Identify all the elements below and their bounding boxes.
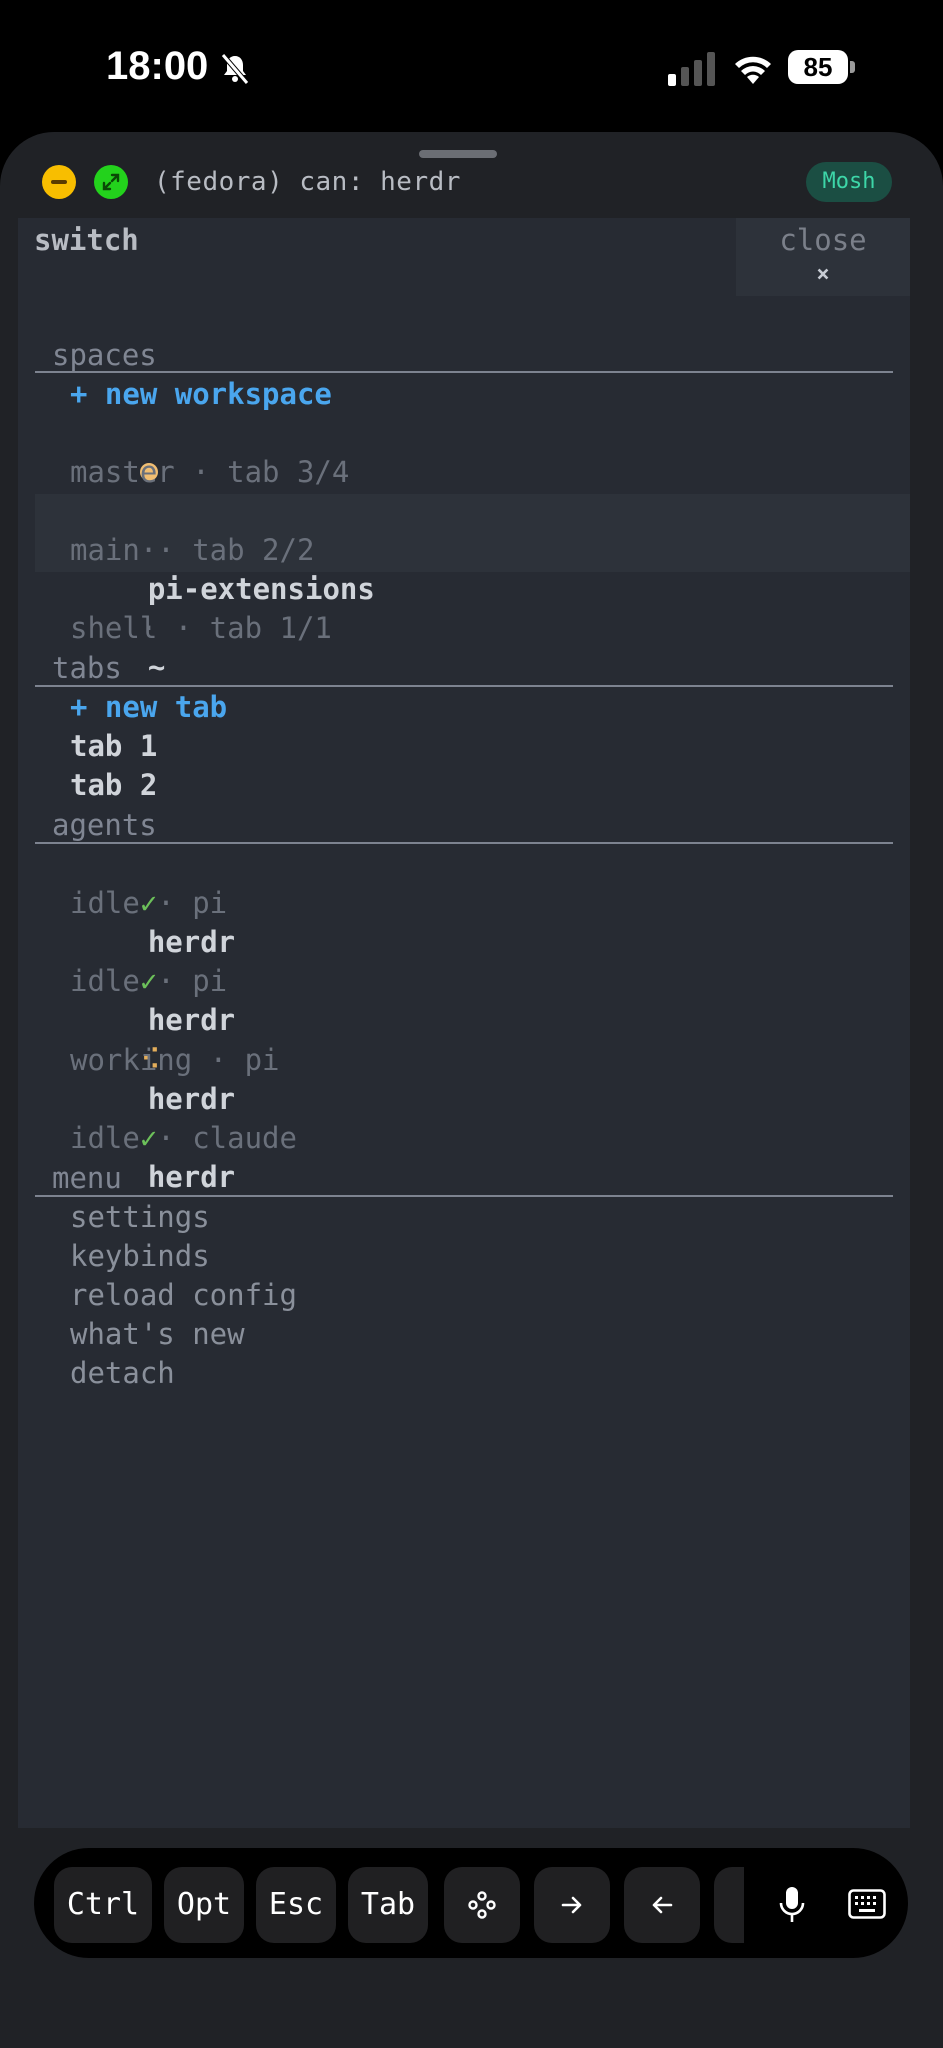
panel-title: switch [34, 223, 139, 257]
section-header-spaces: spaces [52, 338, 157, 372]
workspace-detail: master · tab 3/4 [70, 455, 350, 489]
esc-key[interactable]: Esc [256, 1867, 336, 1943]
divider [35, 685, 893, 687]
menu-item-keybinds[interactable]: keybinds [70, 1237, 210, 1276]
keyboard-toggle-button[interactable] [830, 1867, 906, 1943]
agent-detail: working · pi [70, 1043, 280, 1077]
tab-key[interactable]: Tab [348, 1867, 428, 1943]
section-header-agents: agents [52, 808, 157, 842]
keyboard-accessory-bar: Ctrl Opt Esc Tab [34, 1848, 908, 1958]
gamepad-key[interactable] [444, 1867, 520, 1943]
drag-handle[interactable] [419, 150, 497, 158]
arrow-right-icon [561, 1896, 582, 1914]
agent-detail: idle · pi [70, 964, 228, 998]
keyboard-icon [848, 1889, 886, 1919]
minimize-icon[interactable] [42, 165, 76, 199]
menu-item-whats-new[interactable]: what's new [70, 1315, 245, 1354]
bell-slash-icon [221, 53, 249, 85]
expand-icon[interactable] [94, 165, 128, 199]
close-label: close [779, 223, 867, 257]
arrow-left-key[interactable] [624, 1867, 700, 1943]
window-title: (fedora) can: herdr [154, 167, 461, 197]
battery-level: 85 [803, 52, 833, 82]
new-workspace-button[interactable]: + new workspace [70, 375, 332, 414]
scroll-hint [714, 1867, 744, 1943]
microphone-button[interactable] [754, 1867, 830, 1943]
mosh-badge: Mosh [806, 162, 892, 202]
close-icon: × [816, 262, 830, 287]
ctrl-key[interactable]: Ctrl [54, 1867, 152, 1943]
divider [35, 371, 893, 373]
microphone-icon [779, 1887, 805, 1922]
menu-item-settings[interactable]: settings [70, 1198, 210, 1237]
divider [35, 842, 893, 844]
workspace-detail: main · tab 2/2 [70, 533, 315, 567]
arrow-right-key[interactable] [534, 1867, 610, 1943]
menu-item-detach[interactable]: detach [70, 1354, 175, 1393]
new-tab-button[interactable]: + new tab [70, 688, 227, 727]
wifi-icon [735, 56, 771, 84]
section-header-menu: menu [52, 1161, 122, 1195]
status-time: 18:00 [106, 44, 209, 88]
menu-item-reload-config[interactable]: reload config [70, 1276, 297, 1315]
divider [35, 1195, 893, 1197]
signal-icon [668, 52, 715, 86]
section-header-tabs: tabs [52, 651, 122, 685]
tab-item[interactable]: tab 1 [70, 727, 157, 766]
workspace-detail: shell · tab 1/1 [70, 611, 332, 645]
arrow-left-icon [652, 1896, 673, 1914]
switch-panel: switch close × spaces + new workspace he… [18, 218, 910, 1828]
agent-detail: idle · pi [70, 886, 228, 920]
workspace-name: pi-extensions [147, 572, 375, 606]
tab-item[interactable]: tab 2 [70, 766, 157, 805]
workspace-name: ~ [147, 650, 166, 684]
battery-icon: 85 [788, 50, 856, 86]
opt-key[interactable]: Opt [164, 1867, 244, 1943]
agent-detail: idle · claude [70, 1121, 297, 1155]
agent-name: herdr [147, 1160, 236, 1194]
gamepad-icon [468, 1891, 496, 1919]
status-bar: 18:00 85 [0, 0, 943, 135]
close-button[interactable]: close × [736, 218, 910, 296]
